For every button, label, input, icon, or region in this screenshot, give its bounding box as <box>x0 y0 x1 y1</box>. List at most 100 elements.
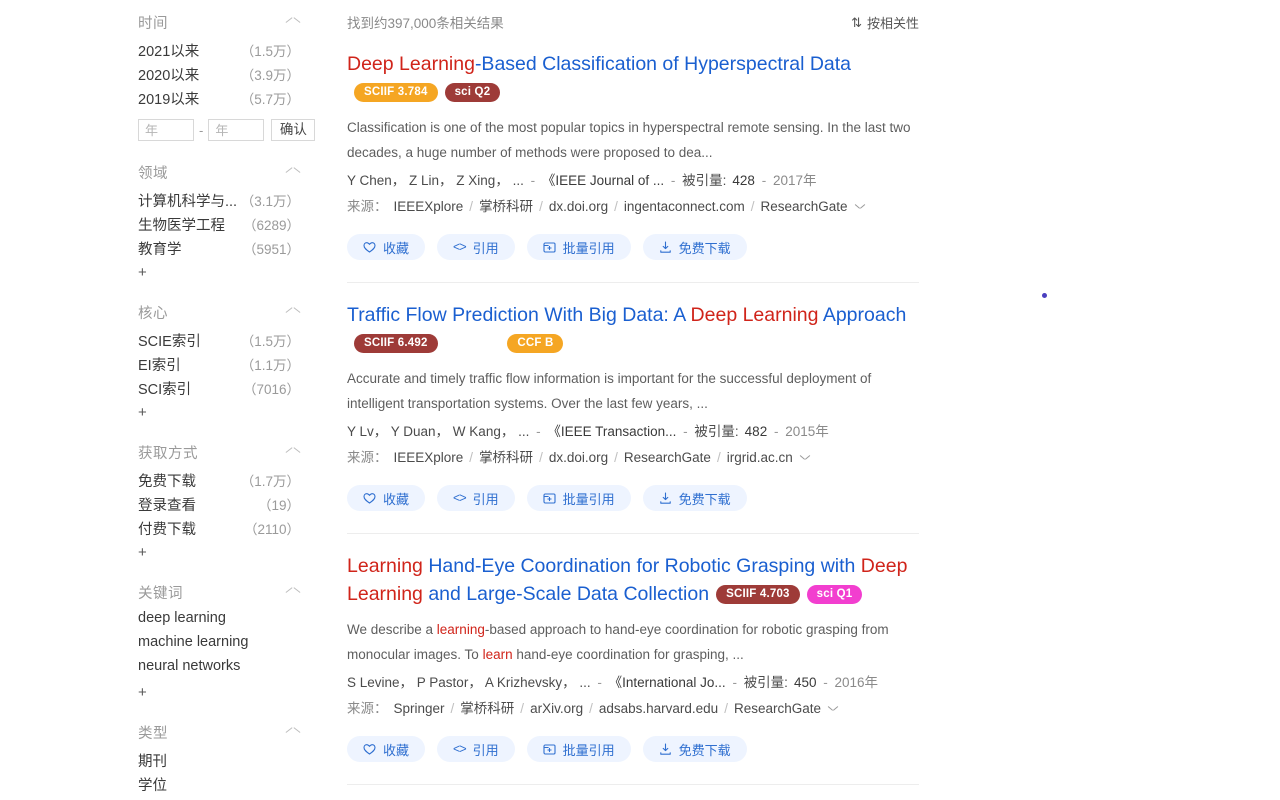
source-link[interactable]: 掌桥科研 <box>479 450 533 465</box>
chevron-up-icon[interactable] <box>286 588 300 597</box>
metric-badge[interactable]: SCIIF 6.492 <box>354 334 438 353</box>
chevron-down-icon[interactable] <box>800 455 810 461</box>
facet-header[interactable]: 关键词 <box>138 578 300 606</box>
metric-badge[interactable]: sci Q1 <box>806 585 863 604</box>
facet-item[interactable]: 学位 <box>138 774 300 798</box>
favorite-button[interactable]: 收藏 <box>347 234 426 260</box>
action-label: 免费下载 <box>678 491 731 507</box>
chevron-up-icon[interactable] <box>286 168 300 177</box>
free-download-button[interactable]: 免费下载 <box>642 736 747 762</box>
sort-control[interactable]: ⇅ 按相关性 <box>851 13 919 32</box>
source-separator: / <box>724 701 728 716</box>
result-title[interactable]: Deep Learning-Based Classification of Hy… <box>347 50 919 106</box>
facet-item[interactable]: 付费下载 （2110） <box>138 518 300 542</box>
batch-cite-button[interactable]: 批量引用 <box>526 234 631 260</box>
facet-item[interactable]: 2020以来 （3.9万） <box>138 64 300 88</box>
source-link[interactable]: IEEEXplore <box>394 199 464 214</box>
facet-header[interactable]: 领域 <box>138 158 300 186</box>
facet-item[interactable]: SCIE索引 （1.5万） <box>138 330 300 354</box>
facet-item[interactable]: SCI索引 （7016） <box>138 378 300 402</box>
facet-item[interactable]: 期刊 <box>138 750 300 774</box>
facet-expand-more[interactable]: + <box>138 262 300 284</box>
source-link[interactable]: arXiv.org <box>530 701 583 716</box>
source-link[interactable]: ingentaconnect.com <box>624 199 745 214</box>
chevron-up-icon[interactable] <box>286 448 300 457</box>
chevron-up-icon[interactable] <box>286 18 300 27</box>
facet-item[interactable]: 2019以来 （5.7万） <box>138 88 300 112</box>
result-abstract: We describe a learning-based approach to… <box>347 617 915 667</box>
batch-cite-button[interactable]: 批量引用 <box>526 736 631 762</box>
metric-badge[interactable]: CCF B <box>507 334 564 353</box>
result-title[interactable]: Learning Hand-Eye Coordination for Robot… <box>347 552 919 608</box>
cited-count[interactable]: 428 <box>732 173 755 188</box>
year-from-input[interactable] <box>138 119 194 141</box>
source-link[interactable]: ResearchGate <box>624 450 711 465</box>
cite-button[interactable]: <> 引用 <box>437 736 515 762</box>
facet-item[interactable]: 登录查看 （19） <box>138 494 300 518</box>
source-link[interactable]: 掌桥科研 <box>460 701 514 716</box>
free-download-button[interactable]: 免费下载 <box>642 234 747 260</box>
favorite-button[interactable]: 收藏 <box>347 736 426 762</box>
result-journal[interactable]: 《IEEE Transaction... <box>547 424 676 439</box>
source-link[interactable]: IEEEXplore <box>394 450 464 465</box>
facet-item-count: （5951） <box>242 242 300 257</box>
facet-header[interactable]: 时间 <box>138 8 300 36</box>
source-link[interactable]: ResearchGate <box>760 199 847 214</box>
facet-item[interactable]: 免费下载 （1.7万） <box>138 470 300 494</box>
facet-item[interactable]: EI索引 （1.1万） <box>138 354 300 378</box>
source-link[interactable]: Springer <box>394 701 445 716</box>
year-confirm-button[interactable]: 确认 <box>271 119 316 141</box>
source-link[interactable]: adsabs.harvard.edu <box>599 701 718 716</box>
facet-header[interactable]: 获取方式 <box>138 438 300 466</box>
mouse-cursor <box>1042 293 1047 298</box>
source-separator: / <box>539 199 543 214</box>
source-link[interactable]: dx.doi.org <box>549 450 608 465</box>
source-link[interactable]: irgrid.ac.cn <box>727 450 793 465</box>
batch-cite-button[interactable]: 批量引用 <box>526 485 631 511</box>
metric-badge[interactable]: SCIIF 3.784 <box>354 83 438 102</box>
facet-item[interactable]: 计算机科学与... （3.1万） <box>138 190 300 214</box>
result-journal[interactable]: 《International Jo... <box>609 675 726 690</box>
source-link[interactable]: ResearchGate <box>734 701 821 716</box>
action-label: 批量引用 <box>562 240 615 256</box>
facet-item[interactable]: machine learning <box>138 634 300 658</box>
facet-header[interactable]: 核心 <box>138 298 300 326</box>
facet-item-label: 生物医学工程 <box>138 218 225 234</box>
chevron-up-icon[interactable] <box>286 728 300 737</box>
source-link[interactable]: 掌桥科研 <box>479 199 533 214</box>
facet-expand-more[interactable]: + <box>138 402 300 424</box>
chevron-down-icon[interactable] <box>828 706 838 712</box>
sources-label: 来源： <box>347 450 388 465</box>
result-divider <box>347 533 919 534</box>
result-authors[interactable]: Y Chen， Z Lin， Z Xing， ... <box>347 173 524 188</box>
result-authors[interactable]: S Levine， P Pastor， A Krizhevsky， ... <box>347 675 591 690</box>
year-to-input[interactable] <box>208 119 265 141</box>
cite-button[interactable]: <> 引用 <box>437 485 515 511</box>
cited-count[interactable]: 482 <box>745 424 768 439</box>
favorite-button[interactable]: 收藏 <box>347 485 426 511</box>
metric-badge[interactable]: SCIIF 4.703 <box>716 585 800 604</box>
cite-button[interactable]: <> 引用 <box>437 234 515 260</box>
metric-badge[interactable]: sci Q1 <box>445 334 501 353</box>
result-authors[interactable]: Y Lv， Y Duan， W Kang， ... <box>347 424 529 439</box>
free-download-button[interactable]: 免费下载 <box>642 485 747 511</box>
source-separator: / <box>539 450 543 465</box>
facet-item[interactable]: 教育学 （5951） <box>138 238 300 262</box>
facet-item[interactable]: 生物医学工程 （6289） <box>138 214 300 238</box>
metric-badge[interactable]: sci Q2 <box>444 83 501 102</box>
facet-item[interactable]: neural networks <box>138 658 300 682</box>
facet-header[interactable]: 类型 <box>138 718 300 746</box>
result-year: 2015年 <box>785 424 829 439</box>
result-title[interactable]: Traffic Flow Prediction With Big Data: A… <box>347 301 919 357</box>
facet-item[interactable]: 2021以来 （1.5万） <box>138 40 300 64</box>
result-meta: Y Lv， Y Duan， W Kang， ... - 《IEEE Transa… <box>347 420 919 444</box>
chevron-down-icon[interactable] <box>855 204 865 210</box>
facet-expand-more[interactable]: + <box>138 542 300 564</box>
chevron-up-icon[interactable] <box>286 308 300 317</box>
source-link[interactable]: dx.doi.org <box>549 199 608 214</box>
facet-spacer <box>138 704 300 718</box>
facet-item[interactable]: deep learning <box>138 610 300 634</box>
cited-count[interactable]: 450 <box>794 675 817 690</box>
facet-expand-more[interactable]: + <box>138 682 300 704</box>
result-journal[interactable]: 《IEEE Journal of ... <box>542 173 664 188</box>
